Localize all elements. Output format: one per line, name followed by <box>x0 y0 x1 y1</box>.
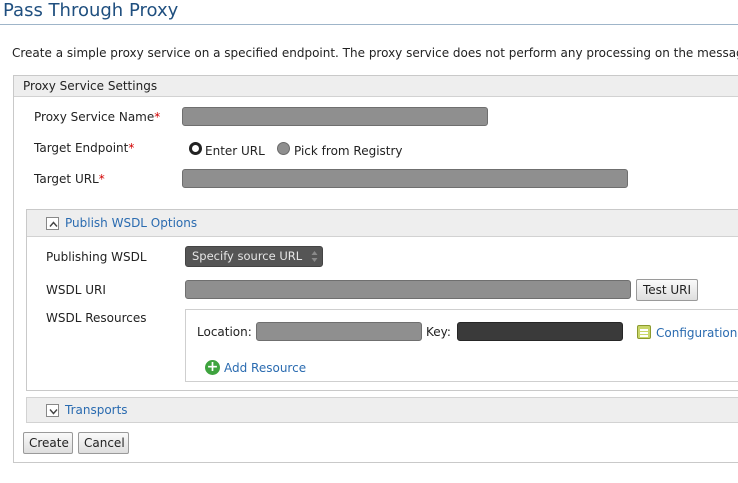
test-uri-button[interactable]: Test URI <box>636 279 698 301</box>
key-input[interactable] <box>457 322 623 341</box>
configuration-link[interactable]: Configuration <box>656 326 737 340</box>
required-marker: * <box>128 141 135 155</box>
pick-registry-radio[interactable] <box>277 142 290 155</box>
wsdl-uri-input[interactable] <box>185 280 631 299</box>
enter-url-radio-label[interactable]: Enter URL <box>205 144 265 158</box>
required-marker: * <box>154 110 161 124</box>
transports-header[interactable]: Transports <box>26 397 738 423</box>
proxy-settings-header: Proxy Service Settings <box>14 76 738 97</box>
target-url-label: Target URL* <box>34 172 105 186</box>
location-label: Location: <box>197 325 252 339</box>
target-url-label-text: Target URL <box>34 172 99 186</box>
select-arrows-icon <box>311 251 318 262</box>
publishing-wsdl-select[interactable]: Specify source URL <box>185 246 323 267</box>
transports-link[interactable]: Transports <box>65 403 128 417</box>
proxy-name-label-text: Proxy Service Name <box>34 110 155 124</box>
expand-icon[interactable] <box>46 404 59 417</box>
page-description: Create a simple proxy service on a speci… <box>12 46 738 60</box>
enter-url-radio[interactable] <box>189 142 202 155</box>
publishing-wsdl-label: Publishing WSDL <box>46 250 147 264</box>
proxy-name-input[interactable] <box>182 107 488 126</box>
title-divider <box>0 24 738 25</box>
target-endpoint-label: Target Endpoint* <box>34 141 134 155</box>
location-input[interactable] <box>256 322 422 341</box>
key-label: Key: <box>426 325 451 339</box>
publish-wsdl-link[interactable]: Publish WSDL Options <box>65 216 197 230</box>
proxy-name-label: Proxy Service Name* <box>34 110 160 124</box>
wsdl-resources-box: Location: Key: Configuration + Add Resou… <box>185 309 738 382</box>
publishing-wsdl-value: Specify source URL <box>192 249 303 263</box>
collapse-icon[interactable] <box>46 217 59 230</box>
proxy-settings-panel: Proxy Service Settings Proxy Service Nam… <box>13 75 738 463</box>
page-title: Pass Through Proxy <box>3 0 179 21</box>
wsdl-resources-label: WSDL Resources <box>46 311 147 325</box>
target-url-input[interactable] <box>182 169 628 188</box>
pick-registry-radio-label[interactable]: Pick from Registry <box>294 144 403 158</box>
create-button[interactable]: Create <box>23 432 73 454</box>
add-resource-link[interactable]: Add Resource <box>224 361 306 375</box>
publish-wsdl-header[interactable]: Publish WSDL Options <box>27 210 738 237</box>
configuration-icon[interactable] <box>637 325 651 339</box>
wsdl-uri-label: WSDL URI <box>46 283 106 297</box>
required-marker: * <box>98 172 105 186</box>
add-resource-icon[interactable]: + <box>205 360 220 375</box>
target-endpoint-label-text: Target Endpoint <box>34 141 129 155</box>
cancel-button[interactable]: Cancel <box>78 432 129 454</box>
